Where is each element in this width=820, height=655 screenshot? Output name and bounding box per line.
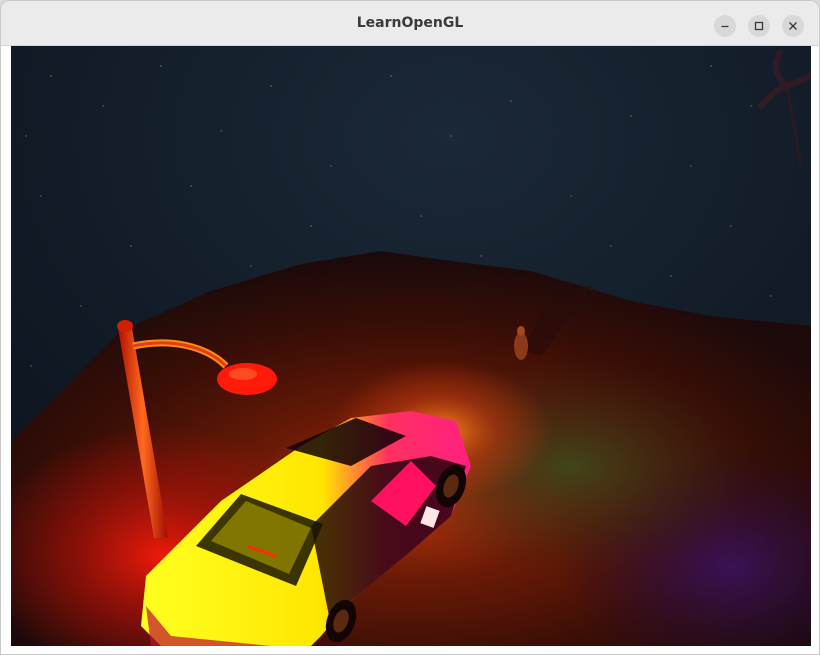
- close-icon: [789, 22, 797, 30]
- app-window: LearnOpenGL: [0, 0, 820, 655]
- minimize-button[interactable]: [714, 15, 736, 37]
- window-title: LearnOpenGL: [356, 15, 464, 31]
- close-button[interactable]: [782, 15, 804, 37]
- maximize-button[interactable]: [748, 15, 770, 37]
- minimize-icon: [721, 25, 729, 28]
- scene-render: [11, 46, 811, 646]
- maximize-icon: [754, 21, 764, 31]
- opengl-viewport[interactable]: [11, 46, 811, 646]
- title-bar[interactable]: LearnOpenGL: [1, 1, 819, 46]
